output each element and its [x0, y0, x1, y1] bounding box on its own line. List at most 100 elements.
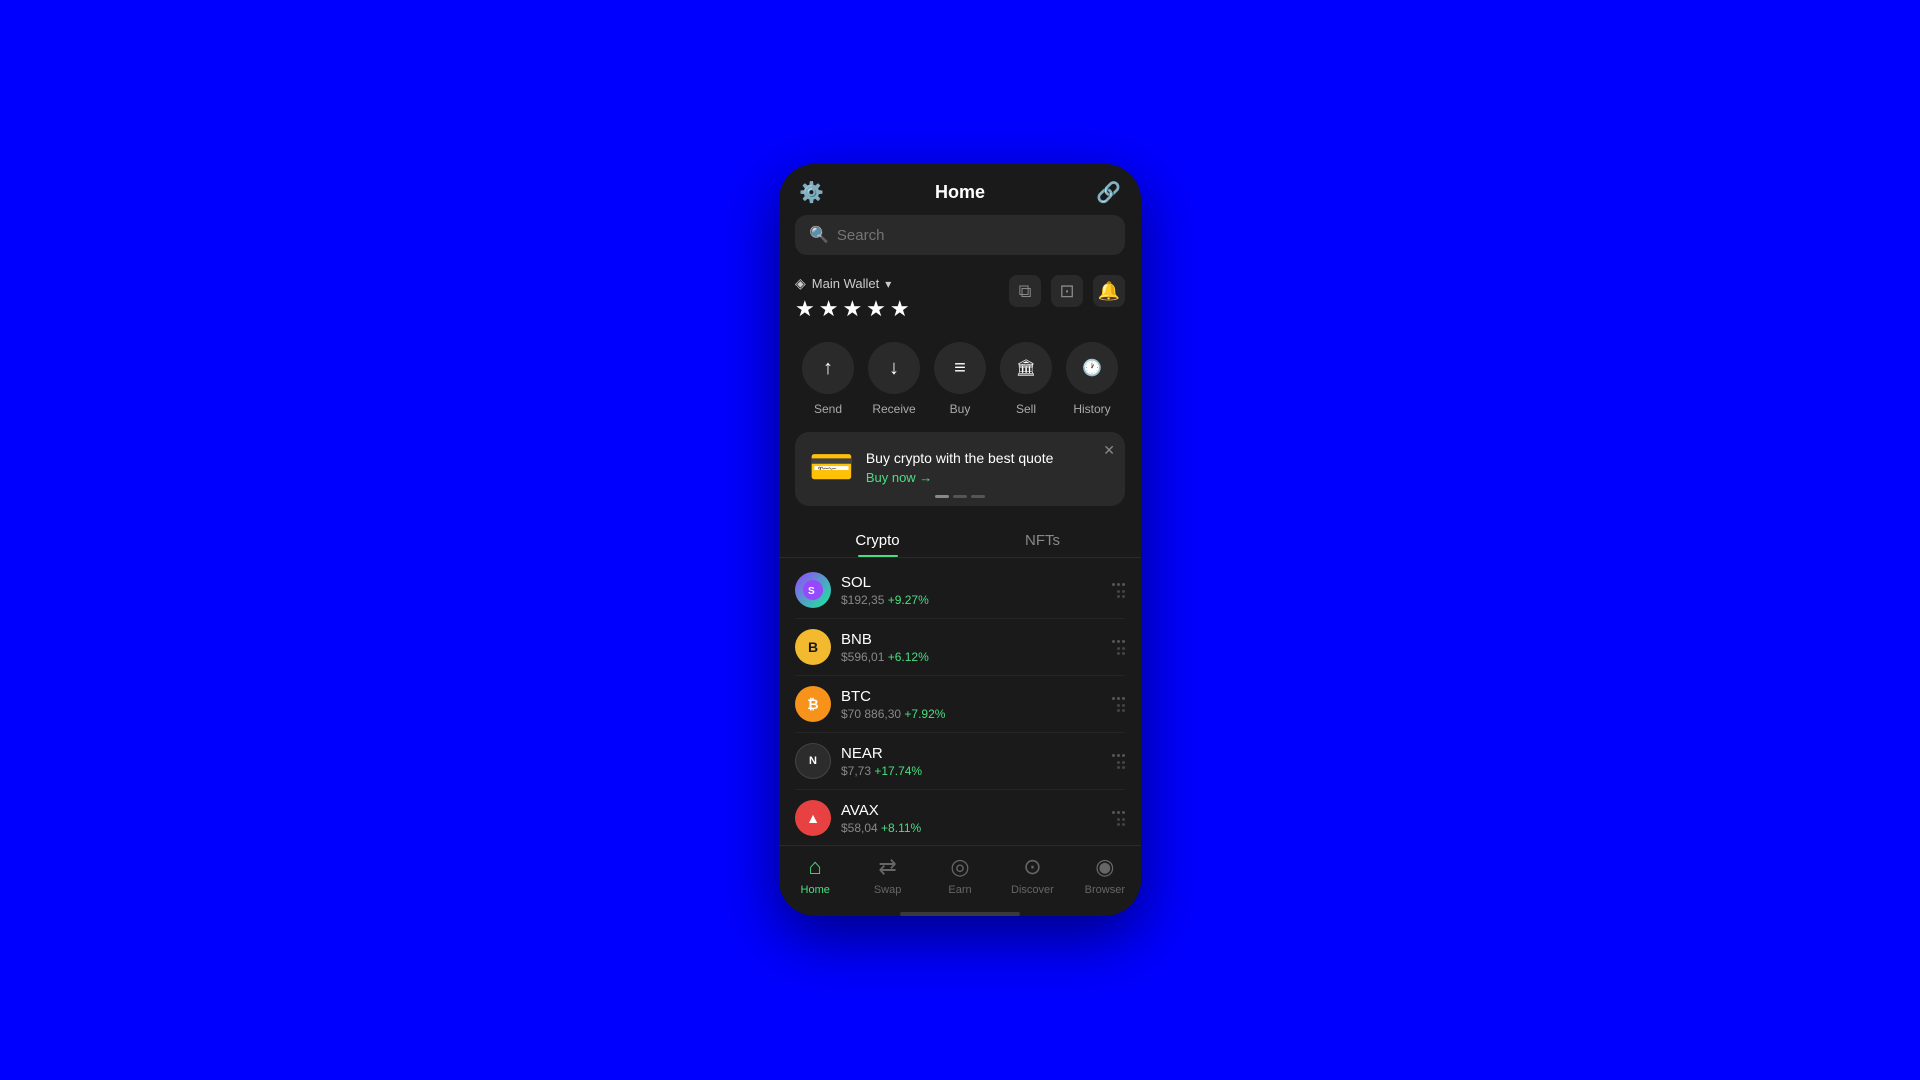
- wallet-top-actions: ⧉ ⊡ 🔔: [1009, 275, 1125, 307]
- asset-tabs: Crypto NFTs: [779, 522, 1141, 558]
- avax-dots-bottom: [1117, 818, 1125, 826]
- home-label: Home: [801, 884, 830, 896]
- wallet-name: Main Wallet: [812, 276, 879, 291]
- history-action[interactable]: 🕐 History: [1066, 342, 1118, 416]
- receive-action[interactable]: ↓ Receive: [868, 342, 920, 416]
- buy-icon: ≡: [934, 342, 986, 394]
- sol-dots-top: [1112, 583, 1125, 586]
- history-icon: 🕐: [1066, 342, 1118, 394]
- avax-icon: ▲: [795, 800, 831, 836]
- promo-dots: [935, 495, 985, 498]
- btc-icon: ₿: [795, 686, 831, 722]
- sell-icon: 🏛: [1000, 342, 1052, 394]
- browser-label: Browser: [1085, 884, 1125, 896]
- earn-icon: ◎: [950, 854, 969, 880]
- crypto-left-near: N NEAR $7,73 +17.74%: [795, 743, 922, 779]
- wallet-name-row: ◈ Main Wallet ▾: [795, 275, 914, 292]
- sol-icon: S: [795, 572, 831, 608]
- promo-close-button[interactable]: ✕: [1103, 442, 1115, 459]
- promo-link[interactable]: Buy now →: [866, 470, 1054, 485]
- list-item[interactable]: B BNB $596,01 +6.12%: [795, 619, 1125, 676]
- nav-browser[interactable]: ◉ Browser: [1069, 854, 1141, 896]
- list-item[interactable]: N NEAR $7,73 +17.74%: [795, 733, 1125, 790]
- wallet-info: ◈ Main Wallet ▾ ★★★★★: [795, 275, 914, 322]
- wallet-balance: ★★★★★: [795, 296, 914, 322]
- btc-right: [1112, 697, 1125, 712]
- buy-action[interactable]: ≡ Buy: [934, 342, 986, 416]
- avax-price: $58,04 +8.11%: [841, 821, 921, 835]
- receive-label: Receive: [872, 402, 915, 416]
- promo-banner: 💳 Buy crypto with the best quote Buy now…: [795, 432, 1125, 506]
- earn-label: Earn: [948, 884, 971, 896]
- notifications-button[interactable]: 🔔: [1093, 275, 1125, 307]
- crypto-list: S SOL $192,35 +9.27% B BNB $: [779, 562, 1141, 845]
- dot-3: [971, 495, 985, 498]
- quick-actions: ↑ Send ↓ Receive ≡ Buy 🏛 Sell 🕐 History: [779, 334, 1141, 432]
- sol-info: SOL $192,35 +9.27%: [841, 574, 929, 607]
- list-item[interactable]: S SOL $192,35 +9.27%: [795, 562, 1125, 619]
- near-dots-bottom: [1117, 761, 1125, 769]
- settings-icon[interactable]: ⚙️: [799, 180, 824, 205]
- list-item[interactable]: ₿ BTC $70 886,30 +7.92%: [795, 676, 1125, 733]
- list-item[interactable]: ▲ AVAX $58,04 +8.11%: [795, 790, 1125, 845]
- near-info: NEAR $7,73 +17.74%: [841, 745, 922, 778]
- link-icon[interactable]: 🔗: [1096, 180, 1121, 205]
- avax-name: AVAX: [841, 802, 921, 819]
- bnb-right: [1112, 640, 1125, 655]
- avax-info: AVAX $58,04 +8.11%: [841, 802, 921, 835]
- btc-dots-bottom: [1117, 704, 1125, 712]
- near-right: [1112, 754, 1125, 769]
- search-bar[interactable]: 🔍: [795, 215, 1125, 255]
- copy-button[interactable]: ⧉: [1009, 275, 1041, 307]
- avax-dots-top: [1112, 811, 1125, 814]
- swap-icon: ⇄: [878, 854, 896, 880]
- search-input[interactable]: [837, 227, 1111, 244]
- svg-text:S: S: [808, 586, 815, 597]
- sell-label: Sell: [1016, 402, 1036, 416]
- scan-button[interactable]: ⊡: [1051, 275, 1083, 307]
- bottom-navigation: ⌂ Home ⇄ Swap ◎ Earn ⊙ Discover ◉ Browse…: [779, 845, 1141, 908]
- buy-label: Buy: [950, 402, 971, 416]
- avax-right: [1112, 811, 1125, 826]
- bnb-icon: B: [795, 629, 831, 665]
- near-icon: N: [795, 743, 831, 779]
- sol-right: [1112, 583, 1125, 598]
- btc-price: $70 886,30 +7.92%: [841, 707, 945, 721]
- sell-action[interactable]: 🏛 Sell: [1000, 342, 1052, 416]
- nav-home[interactable]: ⌂ Home: [779, 854, 851, 896]
- swap-label: Swap: [874, 884, 902, 896]
- btc-dots-top: [1112, 697, 1125, 700]
- history-label: History: [1073, 402, 1110, 416]
- nav-discover[interactable]: ⊙ Discover: [996, 854, 1068, 896]
- nav-swap[interactable]: ⇄ Swap: [851, 854, 923, 896]
- btc-info: BTC $70 886,30 +7.92%: [841, 688, 945, 721]
- tab-crypto[interactable]: Crypto: [795, 522, 960, 557]
- crypto-left-avax: ▲ AVAX $58,04 +8.11%: [795, 800, 921, 836]
- crypto-left-btc: ₿ BTC $70 886,30 +7.92%: [795, 686, 945, 722]
- send-label: Send: [814, 402, 842, 416]
- search-icon: 🔍: [809, 225, 829, 245]
- send-action[interactable]: ↑ Send: [802, 342, 854, 416]
- bnb-dots-top: [1112, 640, 1125, 643]
- dot-2: [953, 495, 967, 498]
- wallet-section: ◈ Main Wallet ▾ ★★★★★ ⧉ ⊡ 🔔: [779, 267, 1141, 334]
- send-icon: ↑: [802, 342, 854, 394]
- tab-nfts[interactable]: NFTs: [960, 522, 1125, 557]
- btc-name: BTC: [841, 688, 945, 705]
- bnb-price: $596,01 +6.12%: [841, 650, 929, 664]
- chevron-down-icon: ▾: [885, 277, 891, 291]
- discover-label: Discover: [1011, 884, 1054, 896]
- bnb-dots-bottom: [1117, 647, 1125, 655]
- promo-title: Buy crypto with the best quote: [866, 450, 1054, 466]
- home-icon: ⌂: [809, 854, 822, 880]
- promo-text-block: Buy crypto with the best quote Buy now →: [866, 450, 1054, 485]
- nav-earn[interactable]: ◎ Earn: [924, 854, 996, 896]
- crypto-left-sol: S SOL $192,35 +9.27%: [795, 572, 929, 608]
- near-dots-top: [1112, 754, 1125, 757]
- dot-1: [935, 495, 949, 498]
- near-price: $7,73 +17.74%: [841, 764, 922, 778]
- crypto-left-bnb: B BNB $596,01 +6.12%: [795, 629, 929, 665]
- bnb-info: BNB $596,01 +6.12%: [841, 631, 929, 664]
- sol-name: SOL: [841, 574, 929, 591]
- sol-price: $192,35 +9.27%: [841, 593, 929, 607]
